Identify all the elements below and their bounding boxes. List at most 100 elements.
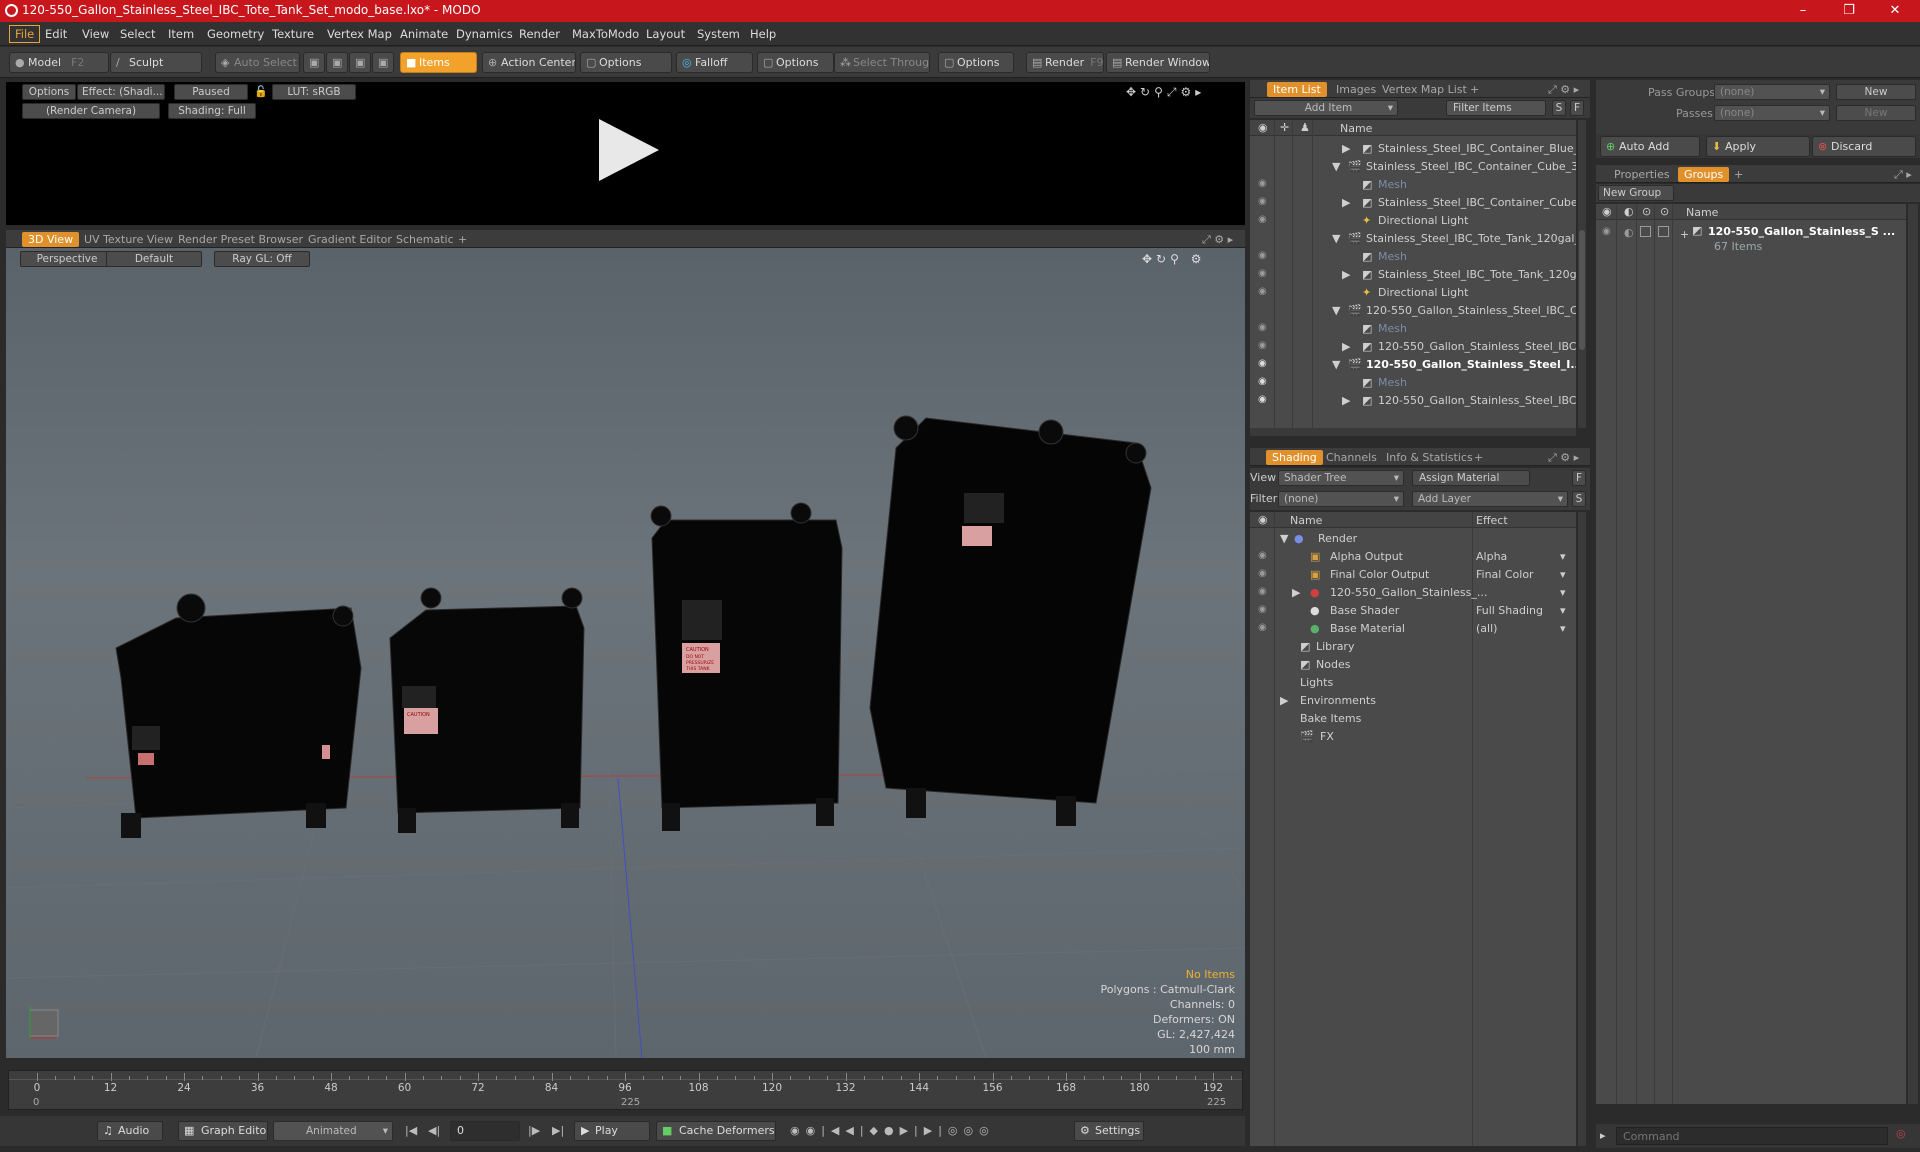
lock-icon[interactable]: 🔓 <box>254 85 268 98</box>
action-center-button[interactable]: ⊕ Action Center <box>482 52 576 73</box>
expand-icon[interactable]: ▶ <box>1342 142 1350 155</box>
eye-icon[interactable]: ◉ <box>1258 394 1267 405</box>
collapse-icon[interactable]: ▼ <box>1332 304 1340 317</box>
collapse-icon[interactable]: ▼ <box>1280 532 1288 545</box>
frame-input[interactable]: 0 <box>450 1121 520 1141</box>
menu-render[interactable]: Render <box>514 26 565 42</box>
item-row[interactable]: ▼ 🎬 120-550_Gallon_Stainless_Steel_IBC_Co.… <box>1250 302 1576 320</box>
eye-icon[interactable]: ◉ <box>1258 178 1267 189</box>
add-item-dropdown[interactable]: Add Item <box>1254 100 1398 116</box>
tab-render-preset-browser[interactable]: Render Preset Browser <box>178 233 303 246</box>
eye-icon[interactable]: ◉ <box>1258 622 1267 633</box>
preview-options-button[interactable]: Options <box>22 84 76 100</box>
eye-icon[interactable]: ◉ <box>1258 322 1267 333</box>
shading-dropdown[interactable]: Shading: Full <box>168 103 256 119</box>
close-icon[interactable]: ✕ <box>1872 0 1918 22</box>
item-list-hscrollbar[interactable] <box>1250 428 1576 436</box>
shader-effect[interactable]: Final Color <box>1476 568 1534 581</box>
auto-add-button[interactable]: ⊕ Auto Add <box>1600 136 1700 157</box>
shader-row[interactable]: Lights <box>1250 674 1576 692</box>
collapse-icon[interactable]: ▼ <box>1332 232 1340 245</box>
settings-button[interactable]: ⚙ Settings <box>1074 1121 1144 1141</box>
shader-row[interactable]: ◉ ● Base Shader Full Shading ▾ <box>1250 602 1576 620</box>
tab-gradient-editor[interactable]: Gradient Editor <box>308 233 392 246</box>
falloff-options-button[interactable]: ▢ Options <box>757 52 834 73</box>
tab-uv-texture-view[interactable]: UV Texture View <box>84 233 173 246</box>
groups-scrollbar[interactable] <box>1908 204 1918 1104</box>
new-pass-button[interactable]: New <box>1836 105 1916 121</box>
skip-start-icon[interactable]: |◀ <box>405 1124 417 1137</box>
menu-texture[interactable]: Texture <box>267 26 319 42</box>
select-through-options-button[interactable]: ▢ Options <box>938 52 1014 73</box>
transport-icons[interactable]: ◉◉|◀◀|◆●▶|▶|◎◎◎ <box>790 1124 995 1137</box>
3d-viewport[interactable]: Perspective Default Ray GL: Off ✥↻⚲ ⚙ CA… <box>6 248 1245 1058</box>
panel-expand-icon[interactable]: ⤢ ⚙ ▸ <box>1202 233 1233 247</box>
lut-dropdown[interactable]: LUT: sRGB <box>272 84 356 100</box>
apply-button[interactable]: ⬇ Apply <box>1706 136 1810 157</box>
filter-dropdown[interactable]: (none) <box>1278 491 1404 507</box>
select-polygons-button[interactable]: ▣ <box>349 52 371 73</box>
tab-groups[interactable]: Groups <box>1678 167 1730 182</box>
expand-icon[interactable]: ▶ <box>1280 694 1288 707</box>
filter-items-input[interactable]: Filter Items <box>1446 100 1546 116</box>
discard-button[interactable]: ⊗ Discard <box>1812 136 1916 157</box>
item-row[interactable]: ◉ ✦ Directional Light <box>1250 212 1576 230</box>
expand-icon[interactable]: ▶ <box>1342 340 1350 353</box>
add-tab-icon[interactable]: + <box>1734 168 1743 181</box>
shader-row[interactable]: ◉ ● Base Material (all) ▾ <box>1250 620 1576 638</box>
render-camera-dropdown[interactable]: (Render Camera) <box>22 103 160 119</box>
item-row[interactable]: ◉ ▶ ◩ 120-550_Gallon_Stainless_Steel_IBC_..… <box>1250 392 1576 410</box>
shader-row[interactable]: ◉ ▣ Final Color Output Final Color ▾ <box>1250 566 1576 584</box>
shader-row[interactable]: Bake Items <box>1250 710 1576 728</box>
menu-vertex-map[interactable]: Vertex Map <box>322 26 397 42</box>
render-window-button[interactable]: ▤ Render Window <box>1106 52 1210 73</box>
preview-paused-button[interactable]: Paused <box>174 84 248 100</box>
passes-dropdown[interactable]: (none) <box>1714 105 1830 121</box>
shader-row[interactable]: 🎬 FX <box>1250 728 1576 746</box>
item-list[interactable]: ◉ ✛ ♟ Name ▶ ◩ Stainless_Steel_IBC_Contain… <box>1250 120 1576 428</box>
tab-item-list[interactable]: Item List <box>1267 82 1327 97</box>
filter-s-button[interactable]: S <box>1552 100 1566 116</box>
tab-shading[interactable]: Shading <box>1266 450 1323 465</box>
item-row[interactable]: ◉ ✦ Directional Light <box>1250 284 1576 302</box>
shader-row[interactable]: ◩ Nodes <box>1250 656 1576 674</box>
new-group-button[interactable]: New Group <box>1598 185 1674 201</box>
step-back-icon[interactable]: ◀| <box>428 1124 440 1137</box>
menu-item[interactable]: Item <box>163 26 199 42</box>
eye-icon[interactable]: ◉ <box>1258 250 1267 261</box>
menu-geometry[interactable]: Geometry <box>202 26 269 42</box>
eye-icon[interactable]: ◉ <box>1258 340 1267 351</box>
shader-row[interactable]: ◉ ▣ Alpha Output Alpha ▾ <box>1250 548 1576 566</box>
menu-file[interactable]: File <box>9 25 41 43</box>
eye-icon[interactable]: ◉ <box>1258 286 1267 297</box>
shader-tree-scrollbar[interactable] <box>1578 512 1586 1146</box>
item-row[interactable]: ◉ ▶ ◩ Stainless_Steel_IBC_Container_Cube ..… <box>1250 194 1576 212</box>
preview-nav-icons[interactable]: ✥↻⚲⤢⚙▸ <box>1126 85 1205 100</box>
menu-select[interactable]: Select <box>115 26 160 42</box>
expand-icon[interactable]: ▶ <box>1342 196 1350 209</box>
model-mode-button[interactable]: ● Model F2 <box>9 52 109 73</box>
eye-icon[interactable]: ◉ <box>1258 214 1267 225</box>
action-center-options-button[interactable]: ▢ Options <box>580 52 672 73</box>
menu-edit[interactable]: Edit <box>40 26 72 42</box>
panel-expand-icon[interactable]: ⤢ ▸ <box>1894 168 1912 182</box>
command-expand-icon[interactable]: ▸ <box>1600 1129 1606 1142</box>
effect-dropdown-icon[interactable]: ▾ <box>1560 586 1566 599</box>
maximize-icon[interactable]: ❐ <box>1826 0 1872 22</box>
timeline[interactable]: 0 12 24 36 48 60 72 84 96 108 120 132 144 156 168 180 19… <box>8 1070 1417 1110</box>
menu-layout[interactable]: Layout <box>641 26 690 42</box>
expand-icon[interactable]: ▶ <box>1292 586 1300 599</box>
record-icon[interactable]: ◎ <box>1896 1127 1906 1140</box>
assign-material-button[interactable]: Assign Material <box>1412 470 1530 486</box>
item-row[interactable]: ◉ ◩ Mesh <box>1250 374 1576 392</box>
item-row[interactable]: ▼ 🎬 Stainless_Steel_IBC_Tote_Tank_120gal_.… <box>1250 230 1576 248</box>
groups-list[interactable]: ◉ ◐ ⊙ ⊙ Name ◉ ◐ + ◩ 120-550_Gallon_Stai… <box>1596 204 1906 1104</box>
eye-icon[interactable]: ◉ <box>1258 196 1267 207</box>
effect-dropdown-icon[interactable]: ▾ <box>1560 568 1566 581</box>
graph-editor-button[interactable]: ▦ Graph Editor <box>178 1121 268 1141</box>
eye-icon[interactable]: ◉ <box>1258 268 1267 279</box>
step-forward-icon[interactable]: |▶ <box>528 1124 540 1137</box>
play-icon[interactable] <box>593 115 663 185</box>
tab-vertex-map-list[interactable]: Vertex Map List <box>1382 83 1467 96</box>
item-row[interactable]: ◉ ▶ ◩ 120-550_Gallon_Stainless_Steel_IBC_..… <box>1250 338 1576 356</box>
